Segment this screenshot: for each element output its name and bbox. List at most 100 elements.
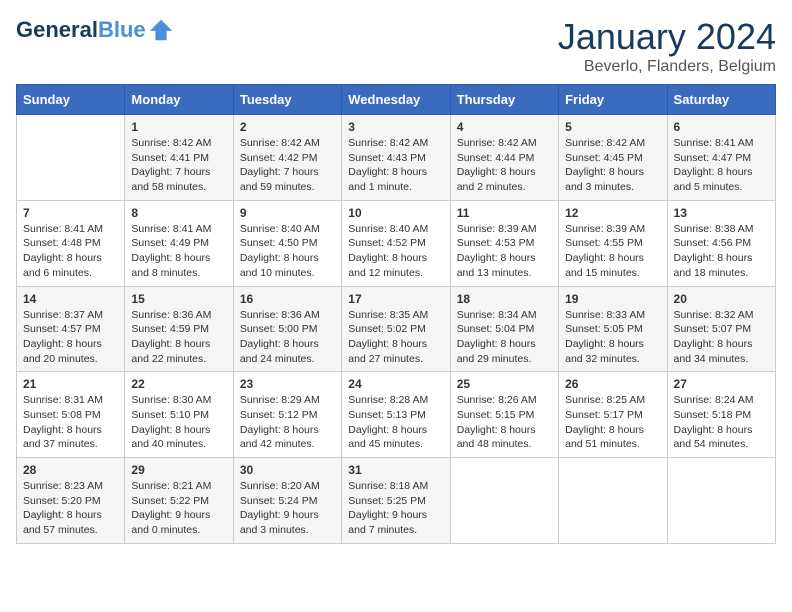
- day-info: Sunrise: 8:30 AMSunset: 5:10 PMDaylight:…: [131, 393, 226, 452]
- day-info: Sunrise: 8:39 AMSunset: 4:53 PMDaylight:…: [457, 222, 552, 281]
- calendar-table: SundayMondayTuesdayWednesdayThursdayFrid…: [16, 84, 776, 544]
- day-info: Sunrise: 8:24 AMSunset: 5:18 PMDaylight:…: [674, 393, 769, 452]
- day-cell: 20Sunrise: 8:32 AMSunset: 5:07 PMDayligh…: [667, 286, 775, 372]
- day-cell: 15Sunrise: 8:36 AMSunset: 4:59 PMDayligh…: [125, 286, 233, 372]
- day-info: Sunrise: 8:41 AMSunset: 4:47 PMDaylight:…: [674, 136, 769, 195]
- header-cell-thursday: Thursday: [450, 85, 558, 115]
- day-cell: 8 Sunrise: 8:41 AMSunset: 4:49 PMDaylight…: [125, 200, 233, 286]
- day-info: Sunrise: 8:21 AMSunset: 5:22 PMDaylight:…: [131, 479, 226, 538]
- day-number: 7: [23, 206, 118, 220]
- day-cell: 14 Sunrise: 8:37 AMSunset: 4:57 PMDayligh…: [17, 286, 125, 372]
- day-info: Sunrise: 8:42 AMSunset: 4:42 PMDaylight:…: [240, 136, 335, 195]
- day-number: 8: [131, 206, 226, 220]
- day-cell: 10 Sunrise: 8:40 AMSunset: 4:52 PMDayligh…: [342, 200, 450, 286]
- day-number: 20: [674, 292, 769, 306]
- day-number: 6: [674, 120, 769, 134]
- header-cell-monday: Monday: [125, 85, 233, 115]
- header-cell-wednesday: Wednesday: [342, 85, 450, 115]
- day-cell: 9 Sunrise: 8:40 AMSunset: 4:50 PMDaylight…: [233, 200, 341, 286]
- day-number: 24: [348, 377, 443, 391]
- day-info: Sunrise: 8:37 AMSunset: 4:57 PMDaylight:…: [23, 308, 118, 367]
- day-info: Sunrise: 8:40 AMSunset: 4:50 PMDaylight:…: [240, 222, 335, 281]
- day-number: 31: [348, 463, 443, 477]
- day-cell: 13Sunrise: 8:38 AMSunset: 4:56 PMDayligh…: [667, 200, 775, 286]
- day-cell: [667, 458, 775, 544]
- day-cell: 28 Sunrise: 8:23 AMSunset: 5:20 PMDayligh…: [17, 458, 125, 544]
- day-number: 28: [23, 463, 118, 477]
- day-cell: 24Sunrise: 8:28 AMSunset: 5:13 PMDayligh…: [342, 372, 450, 458]
- location: Beverlo, Flanders, Belgium: [558, 58, 776, 76]
- header-row: SundayMondayTuesdayWednesdayThursdayFrid…: [17, 85, 776, 115]
- day-info: Sunrise: 8:34 AMSunset: 5:04 PMDaylight:…: [457, 308, 552, 367]
- day-cell: 27 Sunrise: 8:24 AMSunset: 5:18 PMDayligh…: [667, 372, 775, 458]
- day-cell: [450, 458, 558, 544]
- day-info: Sunrise: 8:41 AMSunset: 4:49 PMDaylight:…: [131, 222, 226, 281]
- day-number: 21: [23, 377, 118, 391]
- week-row-2: 7 Sunrise: 8:41 AMSunset: 4:48 PMDaylight…: [17, 200, 776, 286]
- day-info: Sunrise: 8:25 AMSunset: 5:17 PMDaylight:…: [565, 393, 660, 452]
- header-cell-sunday: Sunday: [17, 85, 125, 115]
- day-number: 25: [457, 377, 552, 391]
- title-block: January 2024 Beverlo, Flanders, Belgium: [558, 16, 776, 76]
- week-row-4: 21 Sunrise: 8:31 AMSunset: 5:08 PMDayligh…: [17, 372, 776, 458]
- day-number: 19: [565, 292, 660, 306]
- day-cell: 4Sunrise: 8:42 AMSunset: 4:44 PMDaylight…: [450, 115, 558, 201]
- day-info: Sunrise: 8:38 AMSunset: 4:56 PMDaylight:…: [674, 222, 769, 281]
- day-cell: 11 Sunrise: 8:39 AMSunset: 4:53 PMDayligh…: [450, 200, 558, 286]
- day-number: 29: [131, 463, 226, 477]
- day-number: 14: [23, 292, 118, 306]
- day-info: Sunrise: 8:29 AMSunset: 5:12 PMDaylight:…: [240, 393, 335, 452]
- day-cell: 2 Sunrise: 8:42 AMSunset: 4:42 PMDaylight…: [233, 115, 341, 201]
- day-number: 27: [674, 377, 769, 391]
- day-cell: 26 Sunrise: 8:25 AMSunset: 5:17 PMDayligh…: [559, 372, 667, 458]
- day-info: Sunrise: 8:20 AMSunset: 5:24 PMDaylight:…: [240, 479, 335, 538]
- day-info: Sunrise: 8:33 AMSunset: 5:05 PMDaylight:…: [565, 308, 660, 367]
- day-info: Sunrise: 8:18 AMSunset: 5:25 PMDaylight:…: [348, 479, 443, 538]
- day-number: 30: [240, 463, 335, 477]
- day-info: Sunrise: 8:41 AMSunset: 4:48 PMDaylight:…: [23, 222, 118, 281]
- logo-text: GeneralBlue: [16, 18, 146, 42]
- page-header: GeneralBlue January 2024 Beverlo, Flande…: [16, 16, 776, 76]
- day-info: Sunrise: 8:40 AMSunset: 4:52 PMDaylight:…: [348, 222, 443, 281]
- day-number: 11: [457, 206, 552, 220]
- day-cell: 22Sunrise: 8:30 AMSunset: 5:10 PMDayligh…: [125, 372, 233, 458]
- day-cell: [559, 458, 667, 544]
- day-cell: 1 Sunrise: 8:42 AMSunset: 4:41 PMDaylight…: [125, 115, 233, 201]
- day-info: Sunrise: 8:42 AMSunset: 4:43 PMDaylight:…: [348, 136, 443, 195]
- day-number: 10: [348, 206, 443, 220]
- day-number: 2: [240, 120, 335, 134]
- day-cell: 18Sunrise: 8:34 AMSunset: 5:04 PMDayligh…: [450, 286, 558, 372]
- day-number: 16: [240, 292, 335, 306]
- day-number: 26: [565, 377, 660, 391]
- day-cell: 3 Sunrise: 8:42 AMSunset: 4:43 PMDaylight…: [342, 115, 450, 201]
- day-cell: 16 Sunrise: 8:36 AMSunset: 5:00 PMDayligh…: [233, 286, 341, 372]
- day-cell: 31 Sunrise: 8:18 AMSunset: 5:25 PMDayligh…: [342, 458, 450, 544]
- day-info: Sunrise: 8:35 AMSunset: 5:02 PMDaylight:…: [348, 308, 443, 367]
- header-cell-saturday: Saturday: [667, 85, 775, 115]
- day-number: 9: [240, 206, 335, 220]
- day-info: Sunrise: 8:42 AMSunset: 4:41 PMDaylight:…: [131, 136, 226, 195]
- day-info: Sunrise: 8:23 AMSunset: 5:20 PMDaylight:…: [23, 479, 118, 538]
- day-cell: 5 Sunrise: 8:42 AMSunset: 4:45 PMDaylight…: [559, 115, 667, 201]
- day-cell: 30 Sunrise: 8:20 AMSunset: 5:24 PMDayligh…: [233, 458, 341, 544]
- day-info: Sunrise: 8:42 AMSunset: 4:44 PMDaylight:…: [457, 136, 552, 195]
- day-info: Sunrise: 8:36 AMSunset: 5:00 PMDaylight:…: [240, 308, 335, 367]
- day-number: 23: [240, 377, 335, 391]
- day-cell: [17, 115, 125, 201]
- day-cell: 29 Sunrise: 8:21 AMSunset: 5:22 PMDayligh…: [125, 458, 233, 544]
- day-info: Sunrise: 8:39 AMSunset: 4:55 PMDaylight:…: [565, 222, 660, 281]
- week-row-3: 14 Sunrise: 8:37 AMSunset: 4:57 PMDayligh…: [17, 286, 776, 372]
- day-cell: 23 Sunrise: 8:29 AMSunset: 5:12 PMDayligh…: [233, 372, 341, 458]
- day-cell: 6 Sunrise: 8:41 AMSunset: 4:47 PMDaylight…: [667, 115, 775, 201]
- day-number: 1: [131, 120, 226, 134]
- day-info: Sunrise: 8:26 AMSunset: 5:15 PMDaylight:…: [457, 393, 552, 452]
- week-row-1: 1 Sunrise: 8:42 AMSunset: 4:41 PMDaylight…: [17, 115, 776, 201]
- day-info: Sunrise: 8:36 AMSunset: 4:59 PMDaylight:…: [131, 308, 226, 367]
- day-info: Sunrise: 8:42 AMSunset: 4:45 PMDaylight:…: [565, 136, 660, 195]
- day-cell: 12Sunrise: 8:39 AMSunset: 4:55 PMDayligh…: [559, 200, 667, 286]
- day-number: 5: [565, 120, 660, 134]
- day-info: Sunrise: 8:31 AMSunset: 5:08 PMDaylight:…: [23, 393, 118, 452]
- day-cell: 19 Sunrise: 8:33 AMSunset: 5:05 PMDayligh…: [559, 286, 667, 372]
- day-cell: 21 Sunrise: 8:31 AMSunset: 5:08 PMDayligh…: [17, 372, 125, 458]
- day-number: 3: [348, 120, 443, 134]
